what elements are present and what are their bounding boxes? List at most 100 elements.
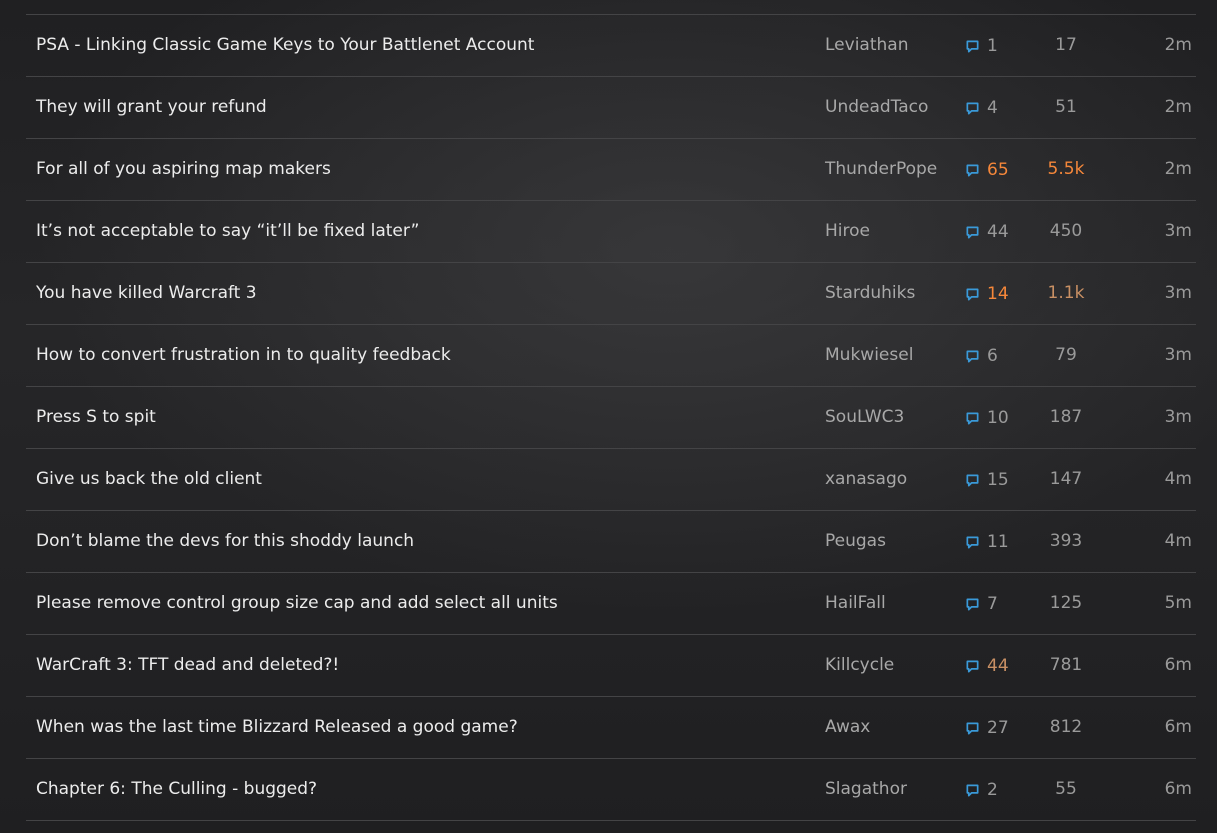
speech-bubble-icon [966, 40, 979, 52]
topic-replies: 4 [965, 77, 998, 138]
topic-row[interactable]: For all of you aspiring map makers Thund… [26, 139, 1196, 201]
topic-replies: 10 [965, 387, 1009, 448]
topic-title-link[interactable]: PSA - Linking Classic Game Keys to Your … [36, 15, 534, 76]
topic-row[interactable]: When was the last time Blizzard Released… [26, 697, 1196, 759]
topic-views: 187 [1049, 407, 1083, 427]
topic-author[interactable]: HailFall [825, 573, 886, 634]
topic-author[interactable]: Killcycle [825, 635, 894, 696]
topic-author[interactable]: Slagathor [825, 759, 907, 820]
topic-replies: 15 [965, 449, 1009, 510]
topic-views: 1.1k [1047, 283, 1085, 303]
topic-title-link[interactable]: When was the last time Blizzard Released… [36, 697, 518, 758]
topic-activity[interactable]: 6m [1165, 635, 1192, 696]
topic-title-link[interactable]: It’s not acceptable to say “it’ll be fix… [36, 201, 419, 262]
topic-views: 17 [1055, 35, 1077, 55]
topic-replies: 27 [965, 697, 1009, 758]
topic-row[interactable]: Give us back the old client xanasago 15 … [26, 449, 1196, 511]
topic-activity[interactable]: 3m [1165, 387, 1192, 448]
topic-replies: 11 [965, 511, 1009, 572]
speech-bubble-icon [966, 660, 979, 672]
topic-activity[interactable]: 2m [1165, 15, 1192, 76]
topic-row[interactable]: It’s not acceptable to say “it’ll be fix… [26, 201, 1196, 263]
topic-reply-count: 10 [987, 407, 1009, 428]
topic-activity[interactable]: 2m [1165, 139, 1192, 200]
topic-views: 5.5k [1047, 159, 1085, 179]
topic-author[interactable]: UndeadTaco [825, 77, 928, 138]
topic-reply-count: 4 [987, 97, 998, 118]
topic-title-link[interactable]: You have killed Warcraft 3 [36, 263, 257, 324]
topic-replies: 65 [965, 139, 1009, 200]
topic-activity[interactable]: 4m [1165, 511, 1192, 572]
topic-author[interactable]: Awax [825, 697, 870, 758]
topic-activity[interactable]: 3m [1165, 325, 1192, 386]
speech-bubble-icon [966, 784, 979, 796]
topic-reply-count: 6 [987, 345, 998, 366]
topic-replies: 44 [965, 635, 1009, 696]
topic-title-link[interactable]: Please remove control group size cap and… [36, 573, 558, 634]
topic-reply-count: 15 [987, 469, 1009, 490]
topic-row[interactable]: PSA - Linking Classic Game Keys to Your … [26, 15, 1196, 77]
speech-bubble-icon [966, 350, 979, 362]
topic-replies: 1 [965, 15, 998, 76]
topic-activity[interactable]: 6m [1165, 759, 1192, 820]
topic-row[interactable]: WarCraft 3: TFT dead and deleted?! Killc… [26, 635, 1196, 697]
topic-title-link[interactable]: Chapter 6: The Culling - bugged? [36, 759, 317, 820]
topic-author[interactable]: ThunderPope [825, 139, 937, 200]
topic-title-link[interactable]: They will grant your refund [36, 77, 267, 138]
topic-replies: 44 [965, 201, 1009, 262]
topic-row[interactable]: Please remove control group size cap and… [26, 573, 1196, 635]
topic-reply-count: 44 [987, 221, 1009, 242]
topic-author[interactable]: xanasago [825, 449, 907, 510]
topic-title-link[interactable]: How to convert frustration in to quality… [36, 325, 451, 386]
topic-reply-count: 27 [987, 717, 1009, 738]
topic-row[interactable]: They will grant your refund UndeadTaco 4… [26, 77, 1196, 139]
topic-replies: 7 [965, 573, 998, 634]
speech-bubble-icon [966, 226, 979, 238]
topic-author[interactable]: Peugas [825, 511, 886, 572]
topic-title-link[interactable]: Don’t blame the devs for this shoddy lau… [36, 511, 414, 572]
topic-title-link[interactable]: Give us back the old client [36, 449, 262, 510]
topic-list: PSA - Linking Classic Game Keys to Your … [26, 14, 1196, 821]
topic-reply-count: 14 [987, 283, 1009, 304]
topic-author[interactable]: Starduhiks [825, 263, 915, 324]
topic-reply-count: 2 [987, 779, 998, 800]
topic-views: 812 [1049, 717, 1083, 737]
topic-views: 79 [1055, 345, 1077, 365]
topic-row[interactable]: Chapter 6: The Culling - bugged? Slagath… [26, 759, 1196, 821]
speech-bubble-icon [966, 474, 979, 486]
topic-activity[interactable]: 6m [1165, 697, 1192, 758]
topic-row[interactable]: Press S to spit SouLWC3 10 187 3m [26, 387, 1196, 449]
topic-views: 393 [1049, 531, 1083, 551]
speech-bubble-icon [966, 536, 979, 548]
topic-activity[interactable]: 4m [1165, 449, 1192, 510]
speech-bubble-icon [966, 288, 979, 300]
topic-reply-count: 7 [987, 593, 998, 614]
topic-activity[interactable]: 3m [1165, 201, 1192, 262]
topic-title-link[interactable]: WarCraft 3: TFT dead and deleted?! [36, 635, 339, 696]
topic-title-link[interactable]: For all of you aspiring map makers [36, 139, 331, 200]
topic-author[interactable]: Mukwiesel [825, 325, 913, 386]
topic-replies: 2 [965, 759, 998, 820]
topic-reply-count: 11 [987, 531, 1009, 552]
topic-row[interactable]: How to convert frustration in to quality… [26, 325, 1196, 387]
topic-activity[interactable]: 2m [1165, 77, 1192, 138]
topic-views: 51 [1055, 97, 1077, 117]
topic-author[interactable]: Leviathan [825, 15, 908, 76]
topic-author[interactable]: SouLWC3 [825, 387, 904, 448]
topic-row[interactable]: You have killed Warcraft 3 Starduhiks 14… [26, 263, 1196, 325]
topic-views: 125 [1049, 593, 1083, 613]
speech-bubble-icon [966, 598, 979, 610]
topic-replies: 6 [965, 325, 998, 386]
speech-bubble-icon [966, 164, 979, 176]
topic-activity[interactable]: 3m [1165, 263, 1192, 324]
topic-views: 450 [1049, 221, 1083, 241]
topic-author[interactable]: Hiroe [825, 201, 870, 262]
topic-views: 55 [1055, 779, 1077, 799]
topic-title-link[interactable]: Press S to spit [36, 387, 156, 448]
topic-reply-count: 1 [987, 35, 998, 56]
speech-bubble-icon [966, 722, 979, 734]
speech-bubble-icon [966, 102, 979, 114]
topic-reply-count: 44 [987, 655, 1009, 676]
topic-row[interactable]: Don’t blame the devs for this shoddy lau… [26, 511, 1196, 573]
topic-activity[interactable]: 5m [1165, 573, 1192, 634]
